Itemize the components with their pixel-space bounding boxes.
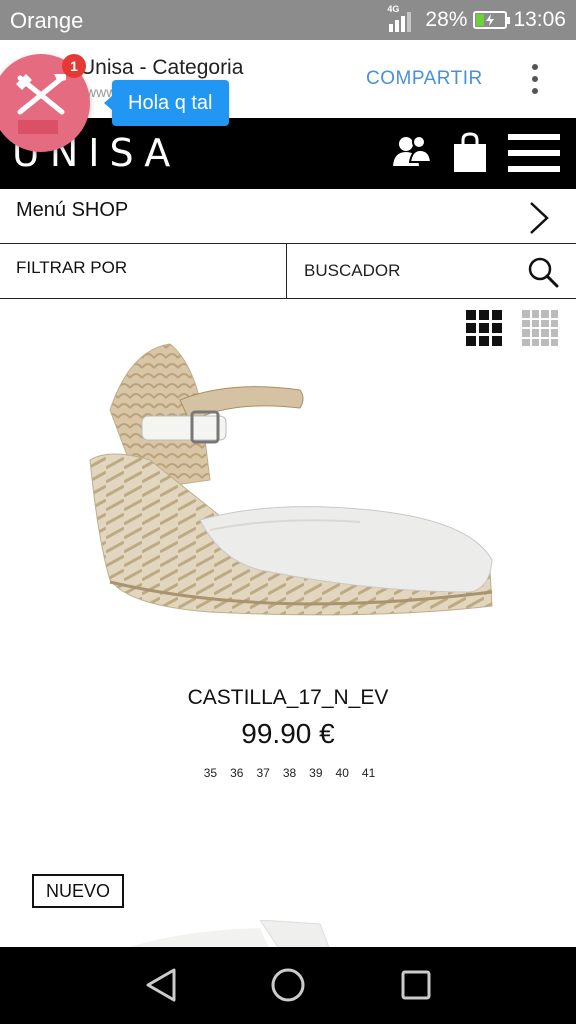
filter-label: FILTRAR POR — [16, 258, 128, 277]
carrier-name: Orange — [10, 8, 84, 33]
new-badge: NUEVO — [32, 874, 124, 908]
status-icons: 4G 28% 13:06 — [387, 4, 566, 34]
menu-shop-row[interactable]: Menú SHOP — [0, 189, 576, 244]
product-name[interactable]: CASTILLA_17_N_EV — [0, 686, 576, 710]
size-option[interactable]: 38 — [280, 766, 296, 780]
grid-4-icon[interactable] — [522, 310, 558, 346]
hamburger-menu-icon[interactable] — [508, 134, 560, 172]
filter-search-row: FILTRAR POR BUSCADOR — [0, 244, 576, 299]
recents-icon[interactable] — [400, 969, 432, 1001]
chevron-right-icon — [530, 202, 549, 234]
chat-message-bubble[interactable]: Hola q tal — [104, 80, 229, 126]
vertical-dots-icon[interactable] — [524, 64, 546, 94]
users-icon[interactable] — [392, 132, 432, 172]
battery-percent: 28% — [425, 8, 468, 31]
search-label: BUSCADOR — [304, 261, 401, 280]
size-option[interactable]: 36 — [227, 766, 243, 780]
battery-icon — [473, 11, 511, 29]
size-option[interactable]: 41 — [359, 766, 375, 780]
back-icon[interactable] — [144, 967, 178, 1003]
tools-icon — [16, 74, 66, 115]
size-option[interactable]: 40 — [333, 766, 349, 780]
chat-head-tag — [18, 120, 58, 134]
size-option[interactable]: 37 — [253, 766, 269, 780]
shopping-bag-icon[interactable] — [452, 132, 488, 174]
home-icon[interactable] — [270, 967, 306, 1003]
product-image[interactable] — [70, 330, 510, 650]
search-input[interactable]: BUSCADOR — [287, 244, 576, 298]
clock: 13:06 — [513, 8, 566, 31]
page-title: Unisa - Categoria — [80, 56, 244, 79]
size-list: 35 36 37 38 39 40 41 — [0, 766, 576, 780]
site-header: UNISA — [0, 118, 576, 189]
network-type: 4G — [387, 4, 400, 14]
size-option[interactable]: 35 — [201, 766, 217, 780]
size-option[interactable]: 39 — [306, 766, 322, 780]
product-price: 99.90 € — [241, 718, 335, 749]
status-bar: Orange 4G 28% 13:06 — [0, 0, 576, 40]
navigation-bar — [0, 947, 576, 1024]
next-product-image[interactable] — [120, 920, 340, 950]
filter-button[interactable]: FILTRAR POR — [0, 244, 287, 298]
share-button[interactable]: COMPARTIR — [366, 68, 483, 90]
notification-badge: 1 — [62, 54, 86, 78]
search-icon[interactable] — [527, 256, 559, 288]
menu-shop-label: Menú SHOP — [16, 199, 129, 221]
signal-icon: 4G — [387, 4, 419, 32]
